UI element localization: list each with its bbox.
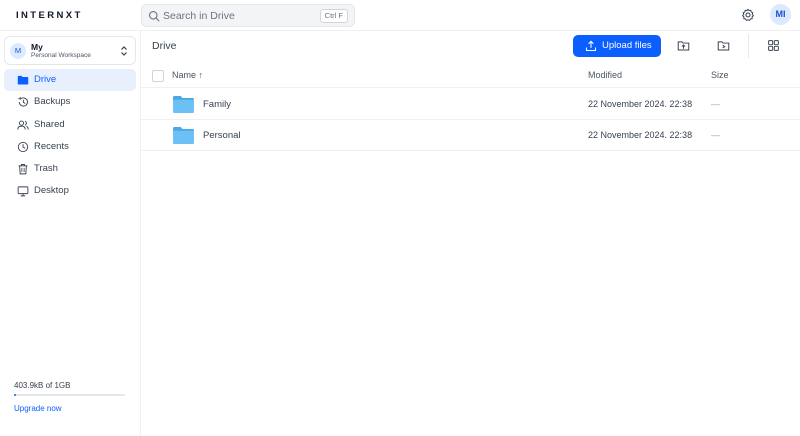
file-name: Personal [203,130,241,141]
sidebar-item-label: Recents [34,140,69,152]
workspace-selector[interactable]: M My Personal Workspace [4,36,136,65]
app-logo[interactable]: INTERNXT [16,10,83,21]
trash-icon [18,164,28,175]
column-header-name[interactable]: Name ↑ [172,70,203,80]
search-placeholder: Search in Drive [163,10,235,22]
toolbar-divider [748,34,749,58]
file-modified: 22 November 2024. 22:38 [588,99,693,109]
file-size: — [711,99,720,109]
sidebar-item-label: Desktop [34,185,69,197]
sidebar-item-label: Trash [34,163,58,175]
sidebar: M My Personal Workspace Drive Backups Sh… [0,31,141,436]
user-avatar[interactable]: MI [770,4,791,25]
sidebar-item-label: Backups [34,96,71,108]
file-name: Family [203,99,231,110]
folder-icon [173,126,194,145]
sidebar-item-label: Shared [34,118,65,130]
new-folder-icon[interactable] [717,39,730,52]
storage-progress-bar [14,394,125,396]
users-icon [17,120,29,130]
search-icon [148,10,160,22]
search-input[interactable]: Search in Drive Ctrl F [141,4,355,27]
top-bar: INTERNXT Search in Drive Ctrl F MI [0,0,800,31]
sidebar-item-shared[interactable]: Shared [4,114,136,136]
upload-files-label: Upload files [602,40,652,51]
sidebar-item-drive[interactable]: Drive [4,69,136,91]
upload-folder-icon[interactable] [677,39,690,52]
storage-usage: 403.9kB of 1GB [14,381,71,390]
desktop-icon [17,186,29,197]
select-all-checkbox[interactable] [152,70,164,82]
file-modified: 22 November 2024. 22:38 [588,130,693,140]
table-row[interactable]: Family 22 November 2024. 22:38 — [141,89,800,120]
folder-icon [17,75,29,85]
upload-icon [585,40,597,52]
breadcrumb[interactable]: Drive [152,40,177,52]
clock-icon [17,141,29,152]
upload-files-button[interactable]: Upload files [573,35,661,57]
grid-view-icon[interactable] [767,39,780,52]
workspace-avatar: M [10,43,26,59]
upgrade-link[interactable]: Upgrade now [14,404,62,413]
file-size: — [711,130,720,140]
sidebar-item-label: Drive [34,74,57,85]
history-icon [18,97,28,107]
folder-icon [173,95,194,114]
search-shortcut: Ctrl F [319,9,348,23]
column-header-modified: Modified [588,70,623,80]
column-header-size: Size [711,70,729,80]
settings-gear-icon[interactable] [741,8,755,22]
workspace-name: My [31,42,43,52]
file-table-header: Name ↑ Modified Size [141,66,800,88]
sidebar-item-trash[interactable]: Trash [4,158,136,180]
sidebar-item-backups[interactable]: Backups [4,91,136,113]
sidebar-item-desktop[interactable]: Desktop [4,180,136,202]
workspace-subtitle: Personal Workspace [31,52,91,59]
storage-progress-fill [14,394,16,396]
sidebar-nav: Drive Backups Shared Recents Trash Deskt… [4,69,136,203]
chevron-up-down-icon [121,46,127,56]
sidebar-item-recents[interactable]: Recents [4,136,136,158]
table-row[interactable]: Personal 22 November 2024. 22:38 — [141,120,800,151]
